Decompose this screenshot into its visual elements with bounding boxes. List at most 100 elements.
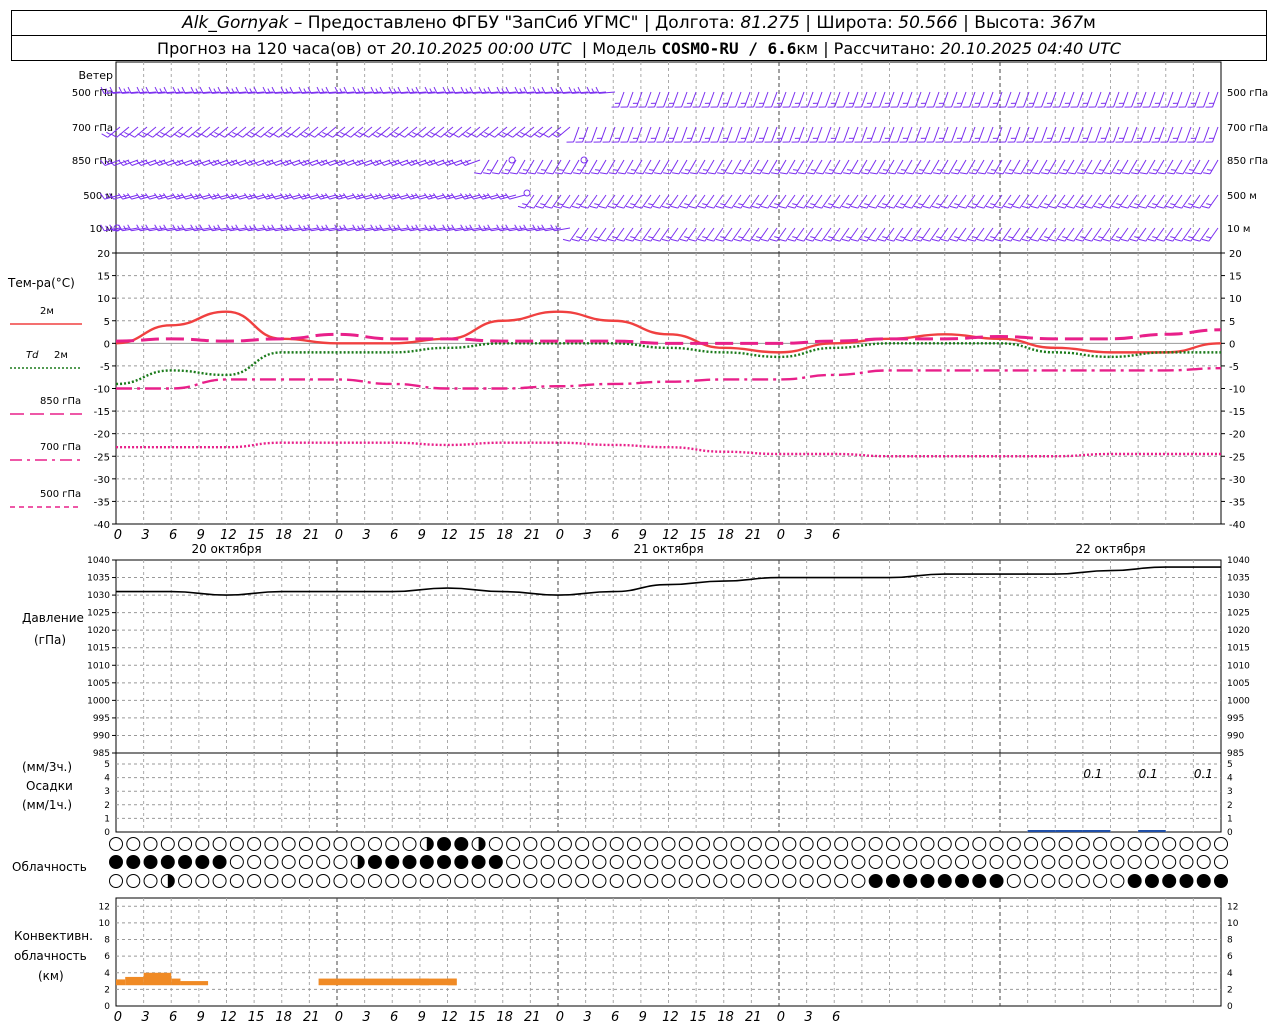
wind-barb-shaft	[960, 91, 967, 108]
wind-barb-feather	[553, 205, 561, 209]
wind-barb-feather	[1170, 203, 1176, 206]
wind-barb-shaft	[1200, 159, 1210, 175]
wind-barb-feather	[415, 193, 420, 200]
wind-barb-shaft	[1137, 159, 1147, 175]
temp-tick-label: 15	[97, 272, 110, 283]
cloud-cover-symbol	[626, 874, 641, 888]
wind-barb-shaft	[789, 126, 796, 143]
wind-barb-feather	[340, 131, 346, 136]
cloud-cover-symbol	[385, 855, 400, 869]
wind-barb-shaft	[840, 159, 850, 175]
wind-barb-feather	[618, 172, 626, 175]
wind-barb-feather	[612, 169, 619, 171]
wind-barb-feather	[661, 205, 669, 209]
wind-barb-feather	[1044, 203, 1050, 206]
wind-barb-shaft	[1046, 227, 1057, 242]
temp-tick-label-right: -35	[1229, 497, 1245, 508]
wind-barb-feather	[1075, 205, 1083, 209]
wind-barb-feather	[452, 133, 459, 138]
wind-barb-feather	[607, 205, 615, 209]
wind-barb-feather	[666, 169, 673, 171]
cloud-cover-symbol	[661, 874, 676, 888]
wind-barb-shaft	[597, 159, 607, 175]
temp-hour-label: 18	[496, 528, 513, 543]
wind-barb-shaft	[569, 194, 580, 209]
temp-hour-label: 6	[832, 528, 840, 543]
wind-barb-feather	[969, 172, 977, 175]
cloud-cover-symbol	[281, 855, 296, 869]
wind-barb-shaft	[587, 194, 598, 209]
wind-barb-feather	[760, 205, 768, 209]
wind-barb-feather	[555, 172, 563, 175]
wind-barb-shaft	[938, 194, 949, 209]
wind-barb-shaft	[924, 126, 931, 143]
pressure-tick-label-right: 1005	[1227, 679, 1250, 689]
wind-barb-feather	[535, 205, 543, 209]
wind-barb-feather	[666, 236, 672, 239]
temp-hour-label: 0	[777, 528, 785, 543]
wind-barb-feather	[1008, 169, 1015, 171]
wind-barb-shaft	[831, 159, 841, 175]
wind-barb-shaft	[762, 91, 769, 108]
temp-tick-label: -10	[94, 385, 110, 396]
temp-tick-label: 20	[97, 249, 110, 260]
wind-barb-feather	[864, 169, 871, 171]
temp-hour-label: 21	[524, 528, 541, 543]
wind-barb-feather	[469, 193, 474, 200]
wind-barb-feather	[870, 172, 878, 175]
wind-barb-feather	[209, 133, 216, 138]
cloud-cover-symbol	[678, 837, 693, 851]
day-label: 21 октября	[633, 542, 703, 556]
wind-barb-feather	[918, 169, 925, 171]
wind-barb-shaft	[480, 159, 490, 175]
cloud-cover-symbol	[1196, 874, 1211, 888]
temp-hour-label: 15	[469, 528, 486, 543]
wind-barb-shaft	[275, 159, 292, 166]
wind-barb-shaft	[1158, 91, 1165, 108]
wind-barb-feather	[733, 238, 741, 242]
wind-barb-shaft	[1059, 126, 1066, 143]
wind-barb-shaft	[957, 159, 967, 175]
wind-barb-feather	[1165, 205, 1173, 209]
wind-barb-feather	[634, 238, 642, 242]
wind-barb-shaft	[1118, 194, 1129, 209]
calm-wind-circle	[523, 189, 531, 197]
precip-bar	[1138, 830, 1166, 832]
wind-barb-shaft	[822, 159, 832, 175]
pressure-tick-label: 1025	[87, 609, 110, 619]
wind-barb-feather	[697, 238, 705, 242]
wind-barb-shaft	[839, 227, 850, 242]
temp-tick-label-right: 0	[1229, 339, 1235, 350]
cloud-cover-symbol	[143, 874, 158, 888]
wind-barb-feather	[774, 203, 780, 206]
wind-barb-feather	[1185, 172, 1193, 175]
wind-barb-shaft	[650, 194, 661, 209]
wind-barb-feather	[250, 131, 256, 136]
pressure-label: Давление	[22, 611, 84, 625]
wind-barb-shaft	[1181, 227, 1192, 242]
bottom-hour-label: 3	[804, 1010, 812, 1024]
wind-barb-feather	[1095, 172, 1103, 175]
wind-level-label-right: 500 гПа	[1227, 88, 1268, 99]
wind-barb-shaft	[1068, 91, 1075, 108]
wind-barb-feather	[643, 205, 651, 209]
wind-barb-shaft	[1119, 159, 1129, 175]
wind-barb-shaft	[993, 159, 1003, 175]
wind-barb-feather	[879, 172, 887, 175]
wind-barb-feather	[931, 205, 939, 209]
wind-barb-feather	[630, 203, 636, 206]
cloud-cover-symbol	[575, 874, 590, 888]
wind-barb-shaft	[723, 159, 733, 175]
wind-barb-feather	[645, 172, 653, 175]
wind-barb-feather	[393, 225, 397, 231]
wind-barb-shaft	[696, 159, 706, 175]
wind-barb-shaft	[419, 159, 436, 166]
wind-barb-feather	[1206, 236, 1212, 239]
wind-barb-feather	[933, 172, 941, 175]
wind-barb-shaft	[1167, 126, 1174, 143]
wind-barb-feather	[1147, 205, 1155, 209]
wind-barb-shaft	[780, 91, 787, 108]
wind-barb-shaft	[257, 159, 274, 166]
wind-barb-feather	[769, 238, 777, 242]
calm-wind-circle	[508, 156, 516, 164]
